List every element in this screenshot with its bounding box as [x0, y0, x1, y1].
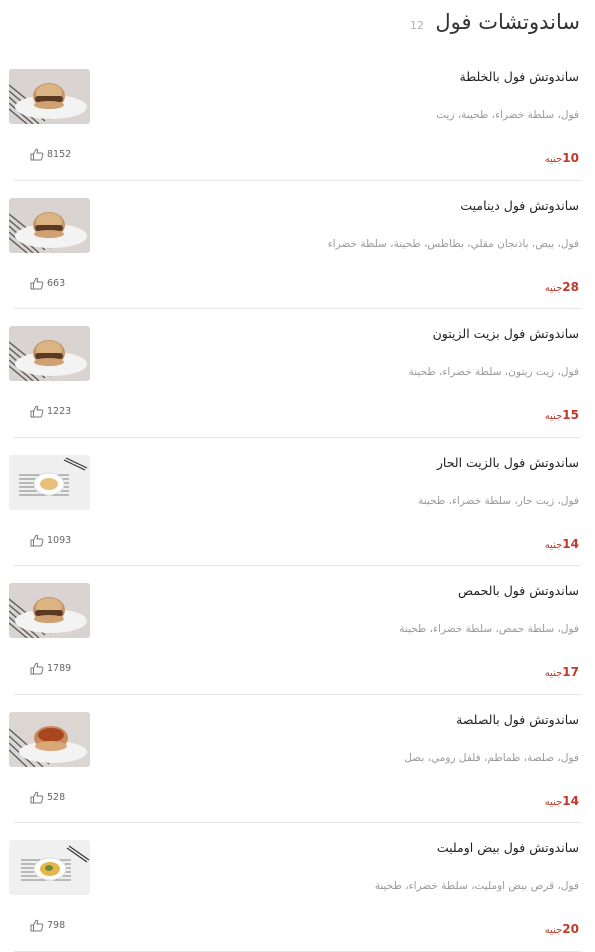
item-description: فول، زيت حار، سلطة خضراء، طحينة: [418, 494, 579, 507]
thumbs-up-icon[interactable]: [30, 405, 44, 418]
item-price: 14جنيه: [545, 533, 579, 552]
sandwich-bun-photo[interactable]: [9, 326, 90, 381]
likes-count: 1093: [47, 534, 72, 546]
thumbs-up-icon[interactable]: [30, 662, 44, 675]
sandwich-bun-photo[interactable]: [9, 583, 90, 638]
likes-count: 1223: [47, 406, 72, 417]
menu-list: ساندوتش فول بالخلطة فول، سلطة خضراء، طحي…: [0, 52, 595, 952]
item-count: 12: [410, 19, 424, 32]
likes-counter[interactable]: 528: [30, 791, 65, 804]
item-name[interactable]: ساندوتش فول بالحمص: [458, 583, 579, 598]
price-value: 28: [562, 279, 579, 294]
item-price: 28جنيه: [545, 276, 579, 295]
likes-counter[interactable]: 1223: [30, 405, 71, 418]
price-currency: جنيه: [544, 796, 563, 808]
section-header: ساندوتشات فول 12: [0, 0, 595, 52]
likes-counter[interactable]: 663: [30, 277, 65, 290]
thumbs-up-icon[interactable]: [30, 148, 44, 161]
item-name[interactable]: ساندوتش فول بالخلطة: [460, 69, 580, 84]
likes-counter[interactable]: 1093: [30, 534, 71, 547]
sandwich-bun-photo[interactable]: [9, 197, 90, 253]
item-name[interactable]: ساندوتش فول بالزيت الحار: [437, 455, 579, 470]
item-name[interactable]: ساندوتش فول بيض اومليت: [437, 840, 579, 855]
item-name[interactable]: ساندوتش فول ديناميت: [460, 198, 579, 213]
likes-count: 798: [47, 920, 66, 931]
item-name[interactable]: ساندوتش فول بزيت الزيتون: [433, 326, 579, 341]
menu-item[interactable]: ساندوتش فول بيض اومليت فول، قرص بيض اومل…: [9, 823, 581, 952]
price-currency: جنيه: [544, 411, 563, 422]
sandwich-open-photo[interactable]: [9, 711, 90, 767]
thumbs-up-icon[interactable]: [30, 277, 44, 290]
plate-omelet-photo[interactable]: [9, 840, 90, 895]
thumbs-up-icon[interactable]: [30, 534, 44, 547]
price-value: 20: [562, 922, 579, 936]
likes-count: 663: [47, 277, 66, 289]
sandwich-bun-photo[interactable]: [9, 69, 90, 124]
item-price: 15جنيه: [545, 404, 579, 423]
likes-count: 8152: [47, 149, 72, 160]
price-currency: جنيه: [544, 154, 563, 165]
menu-item[interactable]: ساندوتش فول بالخلطة فول، سلطة خضراء، طحي…: [9, 52, 581, 181]
item-price: 14جنيه: [545, 790, 579, 809]
likes-counter[interactable]: 1789: [30, 662, 71, 675]
price-currency: جنيه: [544, 282, 563, 294]
item-price: 10جنيه: [545, 147, 579, 166]
price-value: 17: [562, 665, 579, 679]
price-currency: جنيه: [544, 925, 563, 936]
item-description: فول، بيض، باذنجان مقلي، بطاطس، طحينة، سل…: [327, 237, 579, 250]
page-title: ساندوتشات فول: [435, 10, 580, 34]
item-price: 17جنيه: [545, 661, 579, 680]
menu-item[interactable]: ساندوتش فول بزيت الزيتون فول، زيت زيتون،…: [9, 309, 581, 438]
item-price: 20جنيه: [545, 918, 579, 937]
item-description: فول، قرص بيض اومليت، سلطة خضراء، طحينة: [374, 880, 579, 892]
price-currency: جنيه: [544, 539, 563, 551]
price-value: 14: [562, 793, 579, 808]
plate-top-photo[interactable]: [9, 454, 90, 510]
price-value: 10: [562, 151, 579, 165]
likes-counter[interactable]: 8152: [30, 148, 71, 161]
likes-count: 528: [47, 791, 66, 803]
menu-item[interactable]: ساندوتش فول بالزيت الحار فول، زيت حار، س…: [9, 438, 581, 566]
item-description: فول، زيت زيتون، سلطة خضراء، طحينة: [408, 366, 579, 378]
item-description: فول، سلطة حمص، سلطة خضراء، طحينة: [399, 623, 579, 635]
menu-item[interactable]: ساندوتش فول بالحمص فول، سلطة حمص، سلطة خ…: [9, 566, 581, 695]
item-description: فول، سلطة خضراء، طحينة، زيت: [436, 109, 579, 121]
thumbs-up-icon[interactable]: [30, 791, 44, 804]
menu-item[interactable]: ساندوتش فول ديناميت فول، بيض، باذنجان مق…: [9, 181, 581, 309]
menu-item[interactable]: ساندوتش فول بالصلصة فول، صلصة، طماطم، فل…: [9, 695, 581, 823]
price-value: 15: [562, 408, 579, 422]
price-value: 14: [562, 536, 579, 551]
likes-count: 1789: [47, 663, 72, 674]
likes-counter[interactable]: 798: [30, 919, 65, 932]
price-currency: جنيه: [544, 668, 563, 679]
item-name[interactable]: ساندوتش فول بالصلصة: [456, 712, 579, 727]
item-description: فول، صلصة، طماطم، فلفل رومي، بصل: [404, 751, 579, 764]
thumbs-up-icon[interactable]: [30, 919, 44, 932]
